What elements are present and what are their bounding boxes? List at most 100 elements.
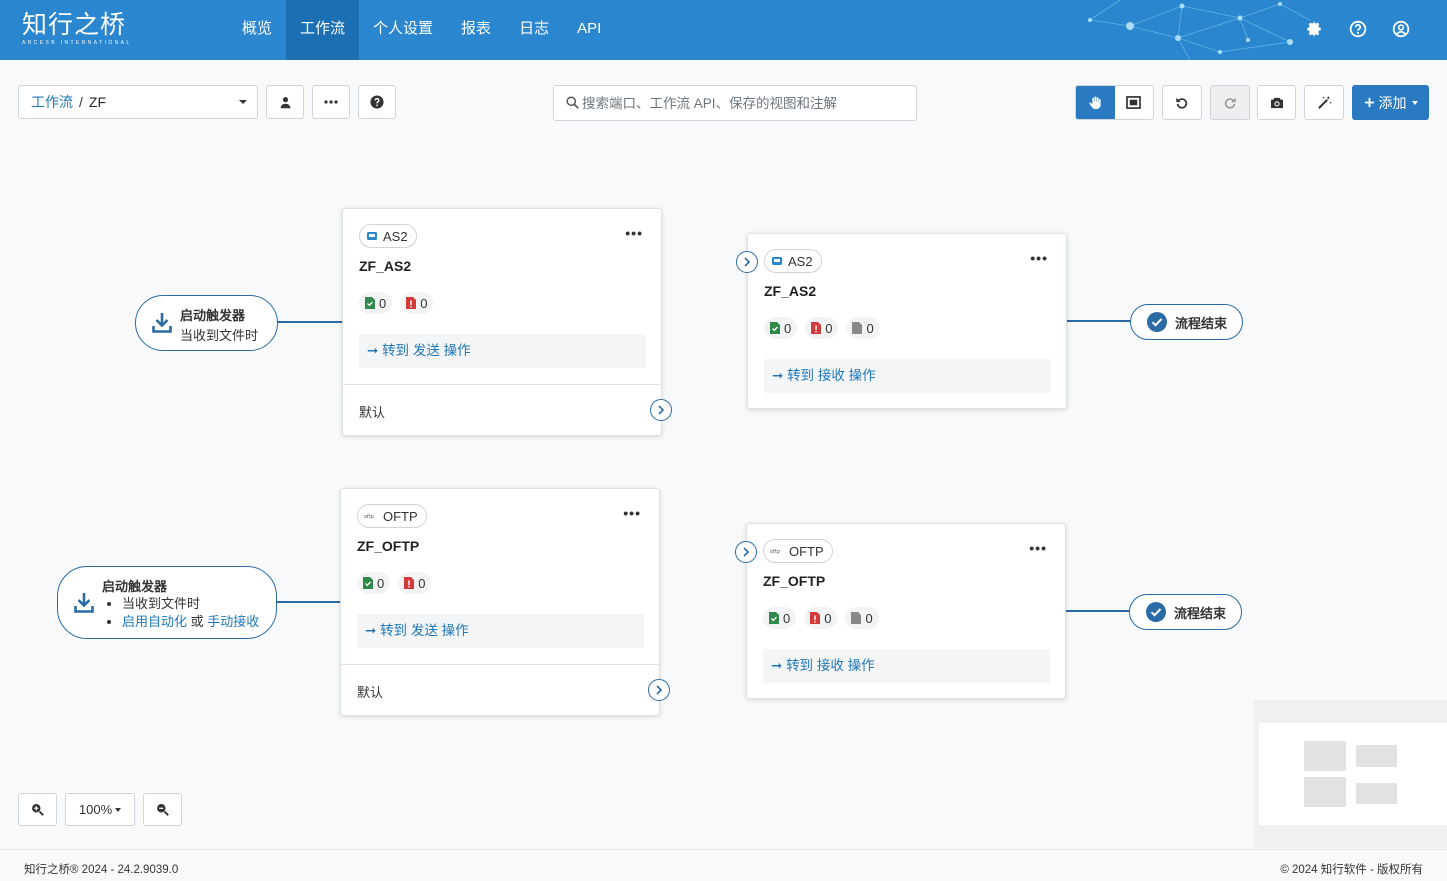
nav-api[interactable]: API	[563, 0, 615, 60]
success-count[interactable]: 0	[764, 317, 798, 339]
flow-end-label: 流程结束	[1175, 315, 1228, 331]
zoom-level-select[interactable]: 100%	[65, 793, 135, 826]
check-circle-icon	[1146, 602, 1166, 622]
file-icon	[852, 322, 863, 334]
port-card-send[interactable]: AS2 ••• ZF_AS2 0 0 ➞ 转到 发送 操作 默认	[342, 208, 672, 436]
workflow-breadcrumb-select[interactable]: 工作流 / ZF	[18, 85, 258, 119]
main-nav: 概览 工作流 个人设置 报表 日志 API	[228, 0, 615, 60]
error-count[interactable]: 0	[400, 292, 434, 314]
as2-icon	[367, 232, 377, 240]
redo-button[interactable]	[1210, 85, 1250, 120]
add-button[interactable]: 添加	[1352, 85, 1429, 120]
camera-icon	[1270, 97, 1283, 108]
zoom-in-button[interactable]	[18, 793, 57, 826]
success-count[interactable]: 0	[357, 572, 391, 594]
success-count[interactable]: 0	[359, 292, 393, 314]
success-count-value: 0	[784, 320, 792, 336]
file-error-icon	[810, 612, 821, 624]
hand-icon	[1089, 96, 1101, 110]
logo[interactable]: 知行之桥 ARCESB INTERNATIONAL	[22, 12, 132, 47]
default-route-label: 默认	[357, 685, 384, 700]
breadcrumb-root-link[interactable]: 工作流	[31, 94, 73, 110]
minimap-node	[1356, 783, 1397, 804]
screenshot-button[interactable]	[1257, 85, 1296, 120]
file-error-icon	[404, 577, 415, 589]
port-card-receive[interactable]: AS2 ••• ZF_AS2 0 0 0 ➞ 转到 接收 操作	[747, 233, 1067, 409]
zoom-level-value: 100%	[78, 802, 113, 817]
file-error-icon	[811, 322, 822, 334]
start-trigger-node[interactable]: 启动触发器 当收到文件时	[135, 295, 278, 351]
file-check-icon	[769, 612, 779, 624]
port-counts: 0 0	[357, 572, 432, 594]
chevron-down-icon	[1411, 100, 1418, 105]
success-count-value: 0	[783, 610, 791, 626]
nav-reports[interactable]: 报表	[447, 0, 505, 60]
minimap-node	[1304, 741, 1346, 771]
minimap-node	[1356, 745, 1397, 767]
goto-send-link[interactable]: ➞ 转到 发送 操作	[357, 614, 644, 648]
flow-end-node[interactable]: 流程结束	[1130, 304, 1243, 340]
connector-line	[277, 321, 344, 323]
chevron-right-icon[interactable]	[735, 541, 757, 563]
chevron-right-icon[interactable]	[648, 679, 670, 701]
flow-end-node[interactable]: 流程结束	[1129, 594, 1242, 630]
flow-end-label: 流程结束	[1174, 605, 1227, 621]
question-circle-icon	[370, 95, 384, 109]
add-button-label: 添加	[1378, 94, 1407, 111]
minimap[interactable]	[1254, 700, 1447, 848]
user-icon	[280, 96, 290, 108]
goto-send-text: 转到 发送 操作	[380, 623, 469, 638]
port-counts: 0 0 0	[763, 607, 879, 629]
more-options-button[interactable]	[312, 85, 350, 119]
canvas-mode-toggle	[1075, 85, 1154, 120]
card-menu-icon[interactable]: •••	[1030, 251, 1048, 265]
help-button[interactable]	[358, 85, 396, 119]
start-trigger-node[interactable]: 启动触发器 当收到文件时 启用自动化 或 手动接收	[57, 566, 277, 639]
zoom-out-button[interactable]	[143, 793, 182, 826]
card-menu-icon[interactable]: •••	[1029, 541, 1047, 555]
port-card-send[interactable]: oftp OFTP ••• ZF_OFTP 0 0 ➞ 转到 发送 操作 默认	[340, 488, 670, 716]
minimap-viewport[interactable]	[1259, 723, 1447, 825]
enable-automation-link[interactable]: 启用自动化	[122, 614, 187, 629]
port-type-badge: oftp OFTP	[763, 539, 833, 563]
pending-count[interactable]: 0	[845, 607, 879, 629]
port-card-receive[interactable]: oftp OFTP ••• ZF_OFTP 0 0 0 ➞ 转到 接收 操作	[746, 523, 1066, 699]
gear-icon[interactable]	[1305, 20, 1323, 38]
manual-receive-link[interactable]: 手动接收	[207, 614, 259, 629]
nav-workflows[interactable]: 工作流	[286, 0, 360, 60]
user-filter-button[interactable]	[266, 85, 304, 119]
error-count-value: 0	[825, 320, 833, 336]
nav-logs[interactable]: 日志	[505, 0, 563, 60]
breadcrumb-current: ZF	[88, 94, 106, 110]
help-icon[interactable]	[1349, 20, 1367, 38]
chevron-right-icon[interactable]	[736, 251, 758, 273]
error-count[interactable]: 0	[805, 317, 839, 339]
file-check-icon	[365, 297, 375, 309]
footer-copyright: © 2024 知行软件 - 版权所有	[1280, 864, 1423, 876]
redo-icon	[1224, 97, 1236, 109]
port-name: ZF_OFTP	[357, 538, 420, 554]
success-count[interactable]: 0	[763, 607, 797, 629]
port-counts: 0 0	[359, 292, 434, 314]
pending-count[interactable]: 0	[846, 317, 880, 339]
select-mode-button[interactable]	[1114, 86, 1153, 119]
user-icon[interactable]	[1392, 20, 1410, 38]
nav-profile[interactable]: 个人设置	[359, 0, 447, 60]
port-type-label: AS2	[383, 228, 408, 244]
goto-send-link[interactable]: ➞ 转到 发送 操作	[359, 334, 646, 368]
card-menu-icon[interactable]: •••	[625, 226, 643, 240]
file-check-icon	[770, 322, 780, 334]
goto-receive-link[interactable]: ➞ 转到 接收 操作	[764, 359, 1051, 393]
logo-subtext: ARCESB INTERNATIONAL	[22, 40, 132, 46]
nav-overview[interactable]: 概览	[228, 0, 286, 60]
pan-mode-button[interactable]	[1076, 86, 1115, 119]
zoom-in-icon	[32, 804, 44, 816]
error-count[interactable]: 0	[398, 572, 432, 594]
search-input[interactable]	[582, 88, 912, 118]
goto-receive-link[interactable]: ➞ 转到 接收 操作	[763, 649, 1050, 683]
chevron-right-icon[interactable]	[650, 399, 672, 421]
error-count[interactable]: 0	[804, 607, 838, 629]
undo-button[interactable]	[1162, 85, 1202, 120]
auto-layout-button[interactable]	[1304, 85, 1344, 120]
card-menu-icon[interactable]: •••	[623, 506, 641, 520]
